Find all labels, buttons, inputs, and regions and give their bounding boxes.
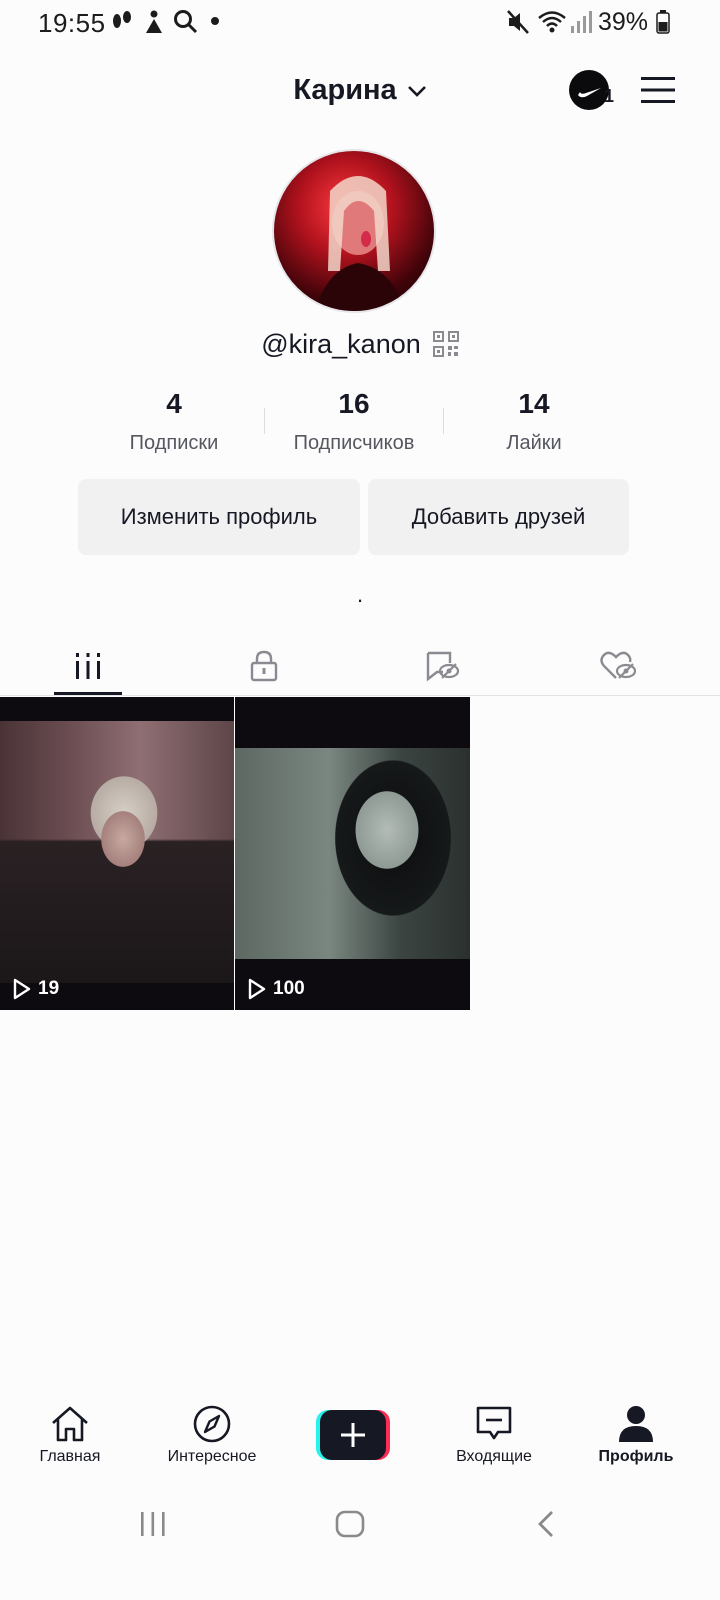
plus-icon	[316, 1410, 390, 1460]
likes-count: 14	[518, 388, 550, 419]
chevron-down-icon	[407, 86, 426, 97]
nav-inbox-label: Входящие	[456, 1448, 532, 1465]
tab-reposts[interactable]	[382, 636, 502, 696]
private-lock-icon	[250, 650, 278, 682]
profile-photo	[315, 176, 405, 311]
view-count-value: 100	[273, 978, 305, 999]
dot-icon	[211, 17, 219, 25]
play-icon	[248, 978, 266, 1000]
activity-icon	[146, 10, 162, 33]
account-badge: 1	[604, 86, 615, 106]
recent-apps-icon[interactable]	[138, 1504, 168, 1544]
nav-discover-label: Интересное	[167, 1448, 257, 1465]
edit-profile-button[interactable]: Изменить профиль	[78, 479, 360, 555]
wifi-icon	[538, 11, 566, 33]
inbox-icon	[476, 1406, 512, 1440]
followers-count: 16	[338, 388, 370, 419]
nav-home-label: Главная	[39, 1448, 101, 1465]
profile-stats: 4 Подписки 16 Подписчиков 14 Лайки	[84, 384, 624, 464]
video-thumbnail-image	[0, 721, 234, 983]
video-thumbnail[interactable]: 19	[0, 697, 234, 1010]
stat-following[interactable]: 4 Подписки	[84, 384, 264, 464]
username: @kira_kanon	[261, 328, 421, 359]
reposts-hidden-icon	[426, 651, 459, 682]
battery-icon	[656, 10, 670, 34]
videos-grid-icon	[76, 653, 100, 679]
tab-private[interactable]	[204, 636, 324, 696]
stat-divider	[264, 408, 265, 434]
stat-followers[interactable]: 16 Подписчиков	[264, 384, 444, 464]
active-tab-indicator	[54, 692, 122, 695]
profile-avatar[interactable]	[272, 149, 436, 313]
play-icon	[13, 978, 31, 1000]
view-count-value: 19	[38, 978, 60, 999]
profile-screen: 19:55 39% Карина 1 @kira_kanon 4 Подписк…	[0, 0, 720, 1600]
nav-profile[interactable]: Профиль	[566, 1404, 706, 1466]
likes-label: Лайки	[506, 432, 562, 454]
add-friends-button[interactable]: Добавить друзей	[368, 479, 629, 555]
followers-label: Подписчиков	[293, 432, 415, 454]
search-icon	[174, 10, 198, 34]
liked-hidden-icon	[600, 651, 636, 679]
page-title: Карина	[293, 73, 397, 106]
battery-percent: 39%	[598, 8, 649, 36]
footsteps-icon	[113, 11, 131, 28]
qr-code-icon[interactable]	[432, 331, 459, 357]
switch-account-avatar[interactable]	[569, 70, 609, 110]
nav-discover[interactable]: Интересное	[142, 1404, 282, 1466]
following-label: Подписки	[129, 432, 219, 454]
nav-home[interactable]: Главная	[0, 1404, 140, 1466]
following-count: 4	[166, 388, 182, 419]
system-navigation	[0, 1496, 720, 1556]
swoosh-icon	[578, 88, 601, 98]
username-row: @kira_kanon	[0, 326, 720, 362]
home-button-icon[interactable]	[334, 1504, 366, 1544]
home-icon	[52, 1406, 88, 1442]
signal-icon	[571, 11, 592, 33]
create-button[interactable]	[316, 1410, 390, 1460]
profile-tabs	[0, 636, 720, 696]
stat-likes[interactable]: 14 Лайки	[444, 384, 624, 464]
video-thumbnail-image	[235, 748, 470, 959]
bio-text: .	[356, 582, 364, 607]
status-bar: 19:55 39%	[0, 0, 720, 44]
view-count: 100	[247, 978, 305, 1000]
back-icon[interactable]	[534, 1504, 560, 1544]
mute-icon	[507, 10, 529, 34]
profile-icon	[619, 1406, 653, 1442]
nav-inbox[interactable]: Входящие	[424, 1404, 564, 1466]
compass-icon	[193, 1405, 231, 1443]
view-count: 19	[12, 978, 59, 1000]
nav-profile-label: Профиль	[598, 1448, 674, 1465]
status-time: 19:55	[38, 8, 106, 38]
tab-videos[interactable]	[28, 636, 148, 696]
tab-liked[interactable]	[558, 636, 678, 696]
video-thumbnail[interactable]: 100	[235, 697, 470, 1010]
menu-icon[interactable]	[641, 76, 675, 104]
